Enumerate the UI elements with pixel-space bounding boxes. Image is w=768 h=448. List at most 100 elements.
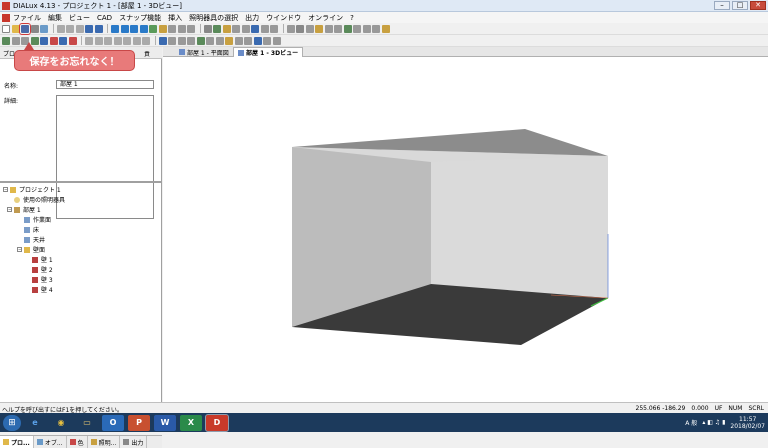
tree-item-walls[interactable]: − 壁面 [17, 245, 45, 254]
tool-icon[interactable] [263, 36, 271, 45]
menu-online[interactable]: オンライン [308, 13, 343, 23]
outlook-icon[interactable]: O [102, 414, 124, 431]
tool-icon[interactable] [168, 24, 176, 33]
tab-page[interactable]: 貢 [144, 49, 150, 58]
tree-item-wall-4[interactable]: 壁 4 [32, 285, 53, 294]
tool-icon[interactable] [187, 24, 195, 33]
excel-icon[interactable]: X [180, 414, 202, 431]
tool-icon[interactable] [49, 36, 58, 45]
tool-icon[interactable] [343, 24, 352, 33]
tree-item-luminaires-used[interactable]: 使用の照明器具 [14, 195, 65, 204]
tab-3d-view[interactable]: 部屋 1 - 3Dビュー [233, 47, 304, 57]
start-button[interactable]: ⊞ [3, 414, 21, 431]
tab-floor-plan[interactable]: 部屋 1 - 平面図 [175, 47, 233, 57]
powerpoint-icon[interactable]: P [128, 414, 150, 431]
tool-icon[interactable] [381, 24, 390, 33]
tool-icon[interactable] [272, 36, 281, 45]
explorer-icon[interactable]: ▭ [76, 415, 98, 431]
tool-icon[interactable] [196, 36, 205, 45]
open-folder-icon[interactable] [11, 24, 20, 33]
tool-icon[interactable] [177, 24, 186, 33]
tree-item-room[interactable]: − 部屋 1 [7, 205, 41, 214]
luminaire-icon[interactable] [158, 24, 167, 33]
tool-icon[interactable] [362, 24, 371, 33]
tool-icon[interactable] [372, 24, 380, 33]
tab-luminaire-selection[interactable]: 照明... [88, 436, 121, 448]
name-field[interactable]: 部屋 1 [56, 80, 154, 89]
dialux-taskbar-icon[interactable]: D [205, 413, 229, 432]
maximize-button[interactable]: □ [732, 1, 748, 10]
cut-icon[interactable] [56, 24, 65, 33]
tree-item-floor[interactable]: 床 [24, 225, 39, 234]
tool-icon[interactable] [104, 36, 112, 45]
panel-splitter[interactable] [0, 181, 162, 183]
tool-icon[interactable] [68, 36, 77, 45]
copy-icon[interactable] [66, 24, 74, 33]
tool-icon[interactable] [353, 24, 361, 33]
word-icon[interactable]: W [154, 414, 176, 431]
tool-icon[interactable] [241, 24, 250, 33]
tool-icon[interactable] [187, 36, 195, 45]
calculate-icon[interactable] [149, 24, 157, 33]
collapse-icon[interactable]: − [3, 187, 8, 192]
menu-file[interactable]: ファイル [13, 13, 41, 23]
menu-view[interactable]: ビュー [69, 13, 90, 23]
tool-icon[interactable] [315, 24, 323, 33]
tab-project-manager[interactable]: プロ... [0, 436, 34, 448]
close-button[interactable]: ✕ [750, 1, 766, 10]
print-preview-icon[interactable] [40, 24, 48, 33]
tool-icon[interactable] [94, 36, 103, 45]
menu-insert[interactable]: 挿入 [168, 13, 182, 23]
menu-output[interactable]: 出力 [245, 13, 259, 23]
tab-colors[interactable]: 色 [67, 436, 88, 448]
tool-icon[interactable] [324, 24, 333, 33]
collapse-icon[interactable]: − [17, 247, 22, 252]
exterior-icon[interactable] [120, 24, 129, 33]
print-icon[interactable] [30, 24, 39, 33]
tree-item-project[interactable]: − プロジェクト 1 [3, 185, 61, 194]
tool-icon[interactable] [251, 24, 259, 33]
tool-icon[interactable] [334, 24, 342, 33]
tool-icon[interactable] [260, 24, 269, 33]
new-file-icon[interactable] [2, 24, 10, 33]
tool-icon[interactable] [206, 36, 214, 45]
menu-cad[interactable]: CAD [97, 14, 112, 22]
undo-icon[interactable] [85, 24, 93, 33]
internet-explorer-icon[interactable]: e [24, 415, 46, 431]
ime-indicator[interactable]: A 般 [685, 418, 697, 427]
tool-icon[interactable] [132, 36, 141, 45]
tool-icon[interactable] [286, 24, 295, 33]
tool-icon[interactable] [123, 36, 131, 45]
tool-icon[interactable] [11, 36, 20, 45]
tool-icon[interactable] [213, 24, 221, 33]
tool-icon[interactable] [177, 36, 186, 45]
tool-icon[interactable] [305, 24, 314, 33]
tool-icon[interactable] [40, 36, 48, 45]
tab-output[interactable]: 出力 [120, 436, 148, 448]
tool-icon[interactable] [225, 36, 233, 45]
menu-snap[interactable]: スナップ機能 [119, 13, 161, 23]
tray-icons[interactable]: ▴ ◧ ♫ ▮ [702, 419, 725, 426]
floor-icon[interactable] [139, 24, 148, 33]
room-icon[interactable] [111, 24, 119, 33]
tab-objects[interactable]: オブ... [34, 436, 67, 448]
menu-help[interactable]: ? [350, 14, 354, 22]
tool-icon[interactable] [244, 36, 252, 45]
clock[interactable]: 11:57 2018/02/07 [730, 416, 765, 430]
detail-field[interactable] [56, 95, 154, 219]
tool-icon[interactable] [113, 36, 122, 45]
tree-item-ceiling[interactable]: 天井 [24, 235, 45, 244]
3d-room-view[interactable] [163, 58, 768, 402]
paste-icon[interactable] [75, 24, 84, 33]
tool-icon[interactable] [296, 24, 304, 33]
tool-icon[interactable] [59, 36, 67, 45]
chrome-icon[interactable]: ◉ [50, 415, 72, 431]
tree-item-wall-2[interactable]: 壁 2 [32, 265, 53, 274]
tool-icon[interactable] [215, 36, 224, 45]
tool-icon[interactable] [222, 24, 231, 33]
minimize-button[interactable]: – [714, 1, 730, 10]
tool-icon[interactable] [158, 36, 167, 45]
tree-item-wall-1[interactable]: 壁 1 [32, 255, 53, 264]
tool-icon[interactable] [203, 24, 212, 33]
tree-item-workplane[interactable]: 作業面 [24, 215, 51, 224]
